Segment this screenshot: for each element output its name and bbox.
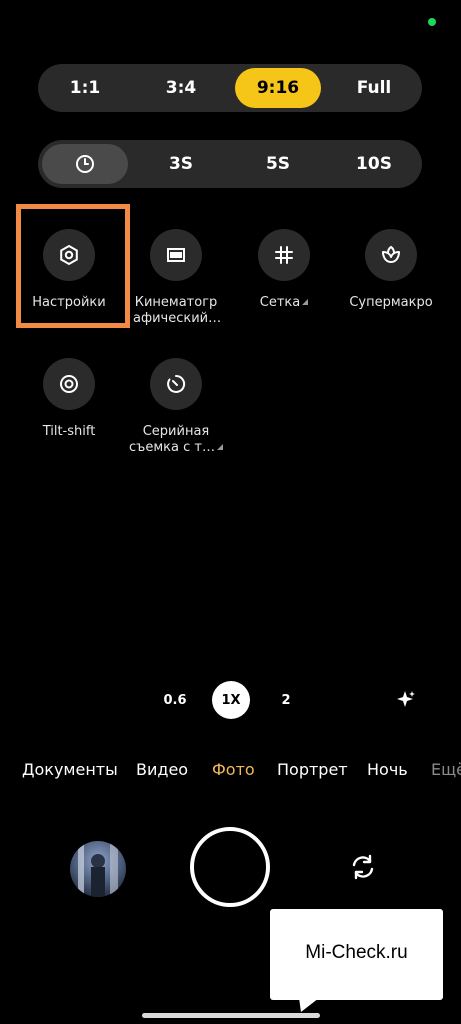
sparkle-icon <box>397 691 415 707</box>
dropdown-corner-icon <box>302 299 309 305</box>
tile-grid[interactable]: Сетка <box>229 229 339 311</box>
ai-sparkle-button[interactable] <box>396 689 416 713</box>
mode-documents[interactable]: Документы <box>22 760 118 779</box>
watermark-badge: Mi-Check.ru <box>270 909 443 1000</box>
zoom-2-button[interactable]: 2 <box>267 681 305 719</box>
tile-tilt-shift[interactable]: Tilt-shift <box>14 358 124 440</box>
zoom-1x-button[interactable]: 1X <box>212 681 250 719</box>
switch-camera-icon <box>352 854 374 880</box>
clock-icon <box>76 155 94 173</box>
timer-off-button[interactable] <box>42 144 128 184</box>
tile-supermacro-label: Супермакро <box>349 295 433 310</box>
timer-10s[interactable]: 10S <box>331 144 417 184</box>
tilt-shift-icon <box>60 375 78 393</box>
tile-grid-circle <box>258 229 310 281</box>
tile-tilt-shift-circle <box>43 358 95 410</box>
status-indicator-dot <box>428 18 436 26</box>
gallery-preview-image <box>70 841 126 897</box>
tile-supermacro[interactable]: Супермакро <box>336 229 446 311</box>
ratio-option-9-16[interactable]: 9:16 <box>235 68 321 108</box>
mode-photo[interactable]: Фото <box>212 760 255 779</box>
cinematic-frame-icon <box>167 248 185 262</box>
mode-carousel: Документы Видео Фото Портрет Ночь Ещё <box>0 760 461 780</box>
tile-tilt-shift-label: Tilt-shift <box>42 424 96 439</box>
mode-video[interactable]: Видео <box>136 760 188 779</box>
tile-burst-timer-label-wrap: Серийная съемка с т… <box>128 424 224 456</box>
watermark-text: Mi-Check.ru <box>305 942 408 963</box>
tile-cinematic[interactable]: Кинематогр афический… <box>121 229 231 327</box>
tile-burst-timer-label: Серийная съемка с т… <box>129 424 215 455</box>
tile-supermacro-circle <box>365 229 417 281</box>
shutter-button[interactable] <box>190 827 270 907</box>
tile-grid-label-wrap: Сетка <box>229 295 339 311</box>
tile-burst-timer-circle <box>150 358 202 410</box>
mode-portrait[interactable]: Портрет <box>277 760 348 779</box>
mode-more[interactable]: Ещё <box>431 760 461 779</box>
watermark-tail <box>290 998 320 1012</box>
flower-macro-icon <box>382 245 400 263</box>
zoom-0-6-button[interactable]: 0.6 <box>156 681 194 719</box>
grid-icon <box>275 246 293 264</box>
timer-3s[interactable]: 3S <box>138 144 224 184</box>
ratio-option-1-1[interactable]: 1:1 <box>42 68 128 108</box>
tile-burst-timer[interactable]: Серийная съемка с т… <box>121 358 231 456</box>
tile-cinematic-label: Кинематогр афический… <box>133 295 222 326</box>
ratio-option-3-4[interactable]: 3:4 <box>138 68 224 108</box>
dropdown-corner-icon <box>216 444 223 450</box>
aspect-ratio-bar: 1:1 3:4 9:16 Full <box>38 64 422 112</box>
gallery-thumbnail[interactable] <box>70 841 126 897</box>
tile-grid-label: Сетка <box>259 295 301 310</box>
home-indicator[interactable] <box>142 1013 320 1018</box>
switch-camera-button[interactable] <box>348 852 378 882</box>
mode-night[interactable]: Ночь <box>367 760 408 779</box>
burst-timer-icon <box>167 374 186 393</box>
timer-bar: 3S 5S 10S <box>38 140 422 188</box>
ratio-option-full[interactable]: Full <box>331 68 417 108</box>
timer-5s[interactable]: 5S <box>235 144 321 184</box>
highlight-box <box>16 204 130 328</box>
tile-cinematic-circle <box>150 229 202 281</box>
